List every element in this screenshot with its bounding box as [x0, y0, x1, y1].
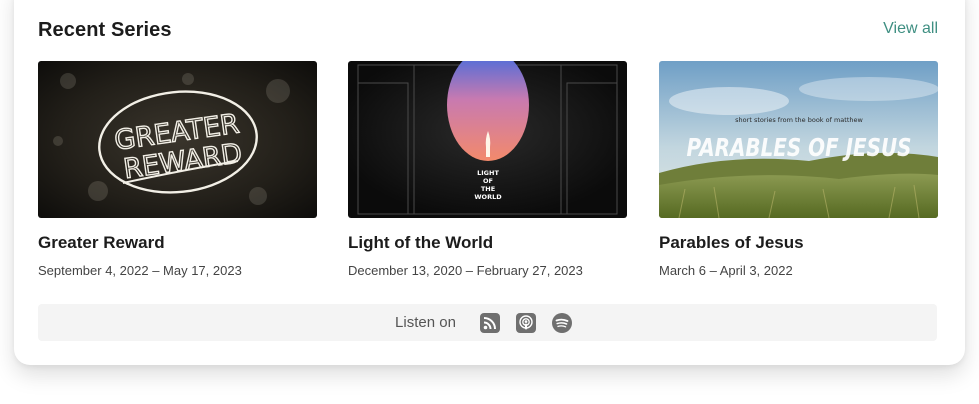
view-all-link[interactable]: View all: [883, 20, 938, 38]
listen-on-bar: Listen on: [38, 304, 937, 341]
rss-icon[interactable]: [479, 312, 500, 333]
series-card-parables-of-jesus: short stories from the book of matthew P…: [659, 61, 938, 279]
series-dates: December 13, 2020 – February 27, 2023: [348, 263, 583, 278]
artwork-text-line: THE: [481, 185, 495, 193]
artwork-text-line: WORLD: [474, 193, 502, 201]
artwork-subtitle: short stories from the book of matthew: [735, 116, 863, 124]
series-thumbnail-greater-reward[interactable]: GREATER REWARD: [38, 61, 317, 218]
series-title[interactable]: Greater Reward: [38, 232, 317, 254]
artwork-text-line: LIGHT: [477, 169, 499, 177]
series-dates: March 6 – April 3, 2022: [659, 263, 793, 278]
series-title[interactable]: Parables of Jesus: [659, 232, 938, 254]
series-card-light-of-the-world: LIGHT OF THE WORLD Light of the World De…: [348, 61, 627, 279]
series-thumbnail-parables-of-jesus[interactable]: short stories from the book of matthew P…: [659, 61, 938, 218]
series-thumbnail-light-of-the-world[interactable]: LIGHT OF THE WORLD: [348, 61, 627, 218]
listen-on-label: Listen on: [395, 314, 456, 331]
apple-podcasts-icon[interactable]: [515, 312, 536, 333]
series-title[interactable]: Light of the World: [348, 232, 627, 254]
series-dates: September 4, 2022 – May 17, 2023: [38, 263, 242, 278]
artwork-title: PARABLES OF JESUS: [687, 133, 912, 162]
section-title: Recent Series: [38, 19, 172, 41]
series-card-greater-reward: GREATER REWARD Greater Reward September …: [38, 61, 317, 279]
spotify-icon[interactable]: [551, 312, 572, 333]
artwork-text-line: OF: [483, 177, 493, 185]
